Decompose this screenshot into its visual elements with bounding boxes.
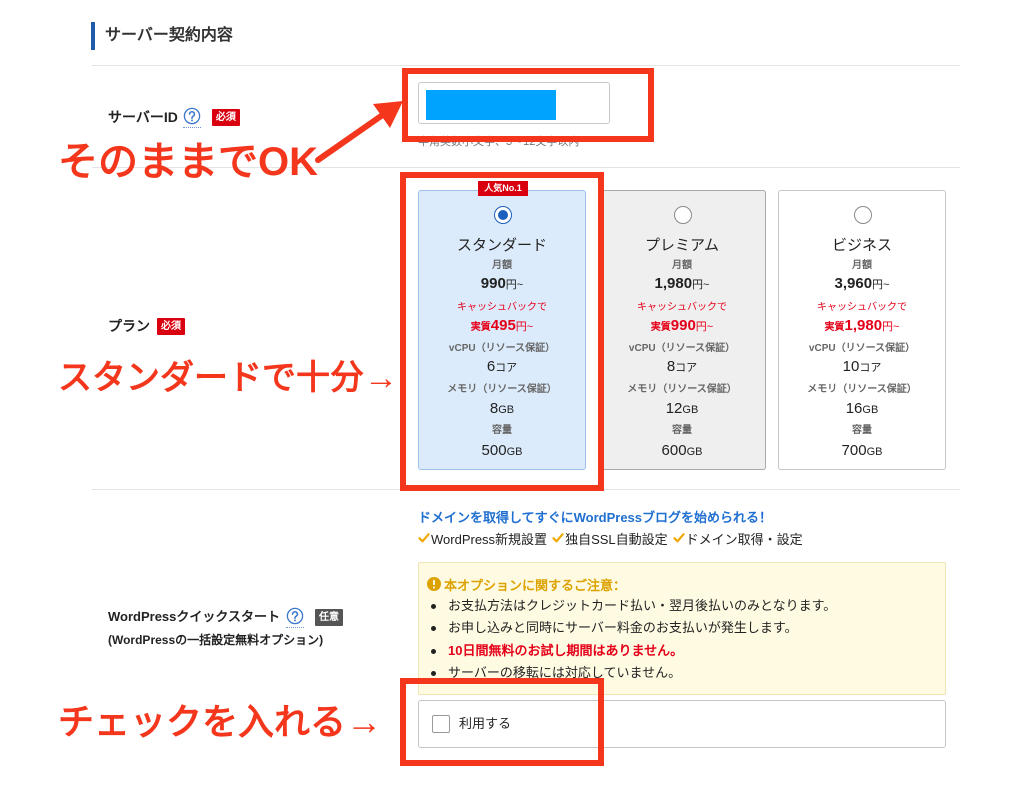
annotation-arrow-shaft (315, 111, 387, 163)
arrow-up-right-icon (315, 101, 403, 163)
annotation-arrow-head (373, 101, 403, 128)
